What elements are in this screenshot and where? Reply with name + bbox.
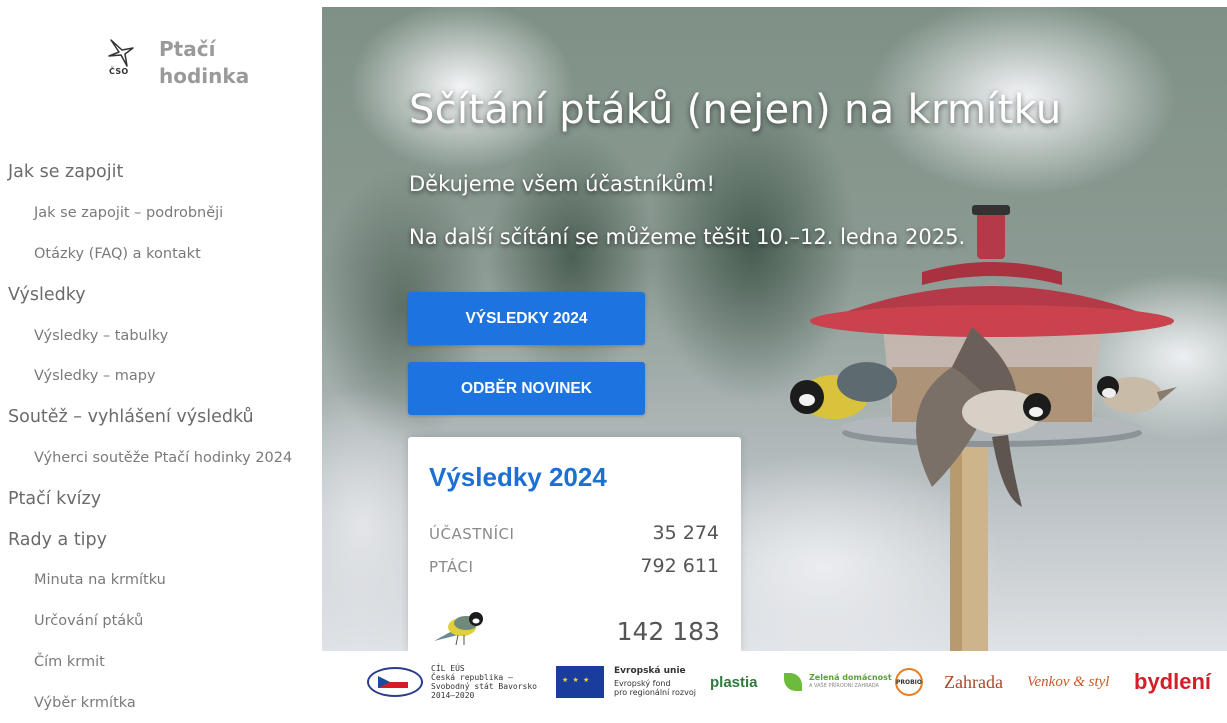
great-tit-icon [434, 612, 483, 646]
sponsor-cil-eus[interactable]: CÍL EÚS Česká republika – Svobodný stát … [367, 651, 537, 713]
sidebar: ČSO Ptačí hodinka Jak se zapojit Jak se … [0, 0, 322, 713]
nav-item-vyherci-souteze[interactable]: Výherci soutěže Ptačí hodinky 2024 [0, 438, 322, 479]
nav-item-vyber-krmitka[interactable]: Výběr krmítka [0, 682, 322, 723]
cil-eus-logo-icon [367, 667, 423, 697]
results-card-title[interactable]: Výsledky 2024 [429, 462, 607, 493]
zelena-text: Zelená domácnost A VAŠE PŘÍRODNÍ ZAHRADA [809, 673, 892, 691]
zelena-line1: Zelená domácnost [809, 673, 892, 682]
sponsor-bydleni[interactable]: bydlení [1134, 651, 1211, 713]
nav-item-urcovani-ptaku[interactable]: Určování ptáků [0, 601, 322, 642]
nav-item-jak-se-zapojit[interactable]: Jak se zapojit [0, 152, 322, 193]
nav-item-minuta-na-krmitku[interactable]: Minuta na krmítku [0, 560, 322, 601]
nav-item-jak-se-zapojit-podrobneji[interactable]: Jak se zapojit – podrobněji [0, 193, 322, 234]
eu-flag-icon [556, 666, 604, 698]
sponsor-zahrada[interactable]: Zahrada [944, 651, 1003, 713]
nav-item-vysledky[interactable]: Výsledky [0, 274, 322, 315]
sponsor-probio[interactable]: PROBIO [895, 651, 923, 713]
logo-name: Ptačí hodinka [159, 36, 249, 90]
cil-line1: Česká republika – [431, 673, 513, 682]
bird-logo-icon: ČSO [105, 38, 135, 78]
site-logo[interactable]: ČSO Ptačí hodinka [105, 36, 249, 90]
cil-line3: 2014–2020 [431, 691, 475, 700]
nav-item-vysledky-mapy[interactable]: Výsledky – mapy [0, 356, 322, 397]
bird-feeder-illustration [790, 205, 1177, 651]
birds-value: 792 611 [640, 555, 719, 577]
nav-item-soutez[interactable]: Soutěž – vyhlášení výsledků [0, 397, 322, 438]
logo-name-line2: hodinka [159, 64, 250, 88]
sponsor-plastia[interactable]: plastia [710, 651, 758, 713]
eu-text: Evropská unie Evropský fond pro regionál… [614, 666, 696, 698]
logo-name-line1: Ptačí [159, 37, 216, 61]
sponsor-eu[interactable]: Evropská unie Evropský fond pro regionál… [556, 651, 696, 713]
participants-label: ÚČASTNÍCI [429, 525, 515, 543]
cil-line2: Svobodný stát Bavorsko [431, 682, 537, 691]
cil-title: CÍL EÚS [431, 664, 465, 673]
results-2024-button[interactable]: VÝSLEDKY 2024 [408, 292, 645, 345]
newsletter-button[interactable]: ODBĚR NOVINEK [408, 362, 645, 415]
hero-banner: Sčítání ptáků (nejen) na krmítku Děkujem… [322, 7, 1227, 651]
nav-item-cim-krmit[interactable]: Čím krmit [0, 642, 322, 683]
sponsors-bar: CÍL EÚS Česká republika – Svobodný stát … [322, 651, 1227, 713]
nav-item-ptaci-kvizy[interactable]: Ptačí kvízy [0, 478, 322, 519]
hero-title: Sčítání ptáků (nejen) na krmítku [409, 87, 1062, 133]
probio-logo: PROBIO [895, 668, 923, 696]
sponsor-zelena-domacnost[interactable]: Zelená domácnost A VAŠE PŘÍRODNÍ ZAHRADA [784, 651, 892, 713]
participants-value: 35 274 [652, 522, 719, 544]
hero-thanks-text: Děkujeme všem účastníkům! [409, 172, 715, 196]
participants-row: ÚČASTNÍCI 35 274 [429, 522, 719, 544]
eu-title: Evropská unie [614, 666, 686, 676]
zelena-line2: A VAŠE PŘÍRODNÍ ZAHRADA [809, 683, 879, 689]
birds-row: PTÁCI 792 611 [429, 555, 719, 577]
hero-next-count-text: Na další sčítání se můžeme těšit 10.–12.… [409, 225, 966, 249]
eu-line1: Evropský fond [614, 679, 671, 688]
eu-line2: pro regionální rozvoj [614, 688, 696, 697]
birds-label: PTÁCI [429, 558, 474, 576]
nav-item-vysledky-tabulky[interactable]: Výsledky – tabulky [0, 315, 322, 356]
sponsor-venkov-styl[interactable]: Venkov & styl [1027, 651, 1109, 713]
nav-item-rady-a-tipy[interactable]: Rady a tipy [0, 519, 322, 560]
logo-abbr: ČSO [109, 67, 129, 76]
main-nav: Jak se zapojit Jak se zapojit – podrobně… [0, 152, 322, 723]
leaf-icon [784, 673, 802, 691]
cil-eus-text: CÍL EÚS Česká republika – Svobodný stát … [431, 664, 537, 700]
results-card: Výsledky 2024 ÚČASTNÍCI 35 274 PTÁCI 792… [408, 437, 741, 651]
nav-item-faq-kontakt[interactable]: Otázky (FAQ) a kontakt [0, 234, 322, 275]
top-species-count: 142 183 [616, 617, 720, 646]
